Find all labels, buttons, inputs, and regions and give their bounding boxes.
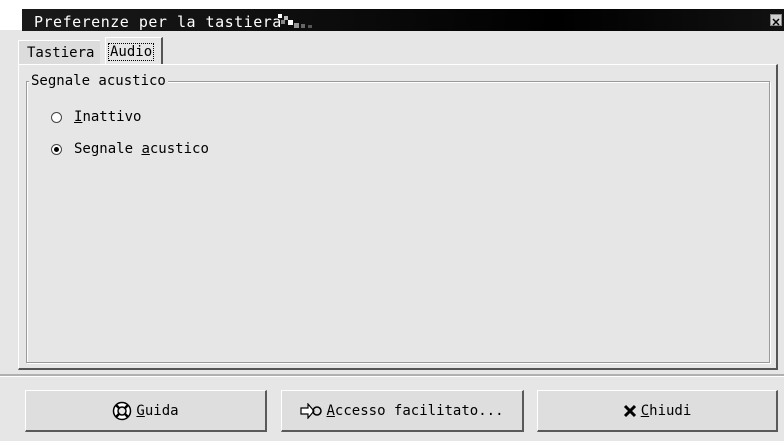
button-area-separator xyxy=(0,374,784,377)
help-button[interactable]: Guida xyxy=(25,390,267,432)
radio-inactive-indicator[interactable] xyxy=(51,111,62,123)
close-icon xyxy=(772,18,780,26)
window-close-button[interactable] xyxy=(770,14,782,26)
tab-audio-label: Audio xyxy=(107,43,155,61)
radio-beep[interactable]: Segnale acustico xyxy=(51,139,209,159)
lifebuoy-icon xyxy=(112,401,132,421)
radio-beep-label: Segnale acustico xyxy=(74,141,209,157)
titlebar-pattern-icon xyxy=(278,14,312,28)
close-x-icon xyxy=(623,404,637,418)
radio-beep-indicator[interactable] xyxy=(51,143,62,155)
tab-audio[interactable]: Audio xyxy=(105,37,163,65)
window-title: Preferenze per la tastiera xyxy=(34,13,282,31)
keyboard-preferences-window: Preferenze per la tastiera Tastiera Audi… xyxy=(0,0,784,441)
audio-tab-page: Segnale acustico Inattivo Segnale acusti… xyxy=(18,64,778,370)
close-button-label: Chiudi xyxy=(640,402,692,419)
accessibility-button-label: Accesso facilitato... xyxy=(326,402,504,419)
help-button-label: Guida xyxy=(136,402,179,419)
close-button[interactable]: Chiudi xyxy=(537,390,778,432)
tab-tastiera[interactable]: Tastiera xyxy=(18,40,100,64)
tab-tastiera-label: Tastiera xyxy=(27,45,95,61)
frame-title: Segnale acustico xyxy=(29,73,168,89)
title-bar[interactable]: Preferenze per la tastiera xyxy=(0,0,784,31)
radio-inactive[interactable]: Inattivo xyxy=(51,107,141,127)
accessibility-button[interactable]: Accesso facilitato... xyxy=(281,390,524,432)
radio-inactive-label: Inattivo xyxy=(74,109,142,125)
accessibility-arrow-icon xyxy=(300,402,323,419)
